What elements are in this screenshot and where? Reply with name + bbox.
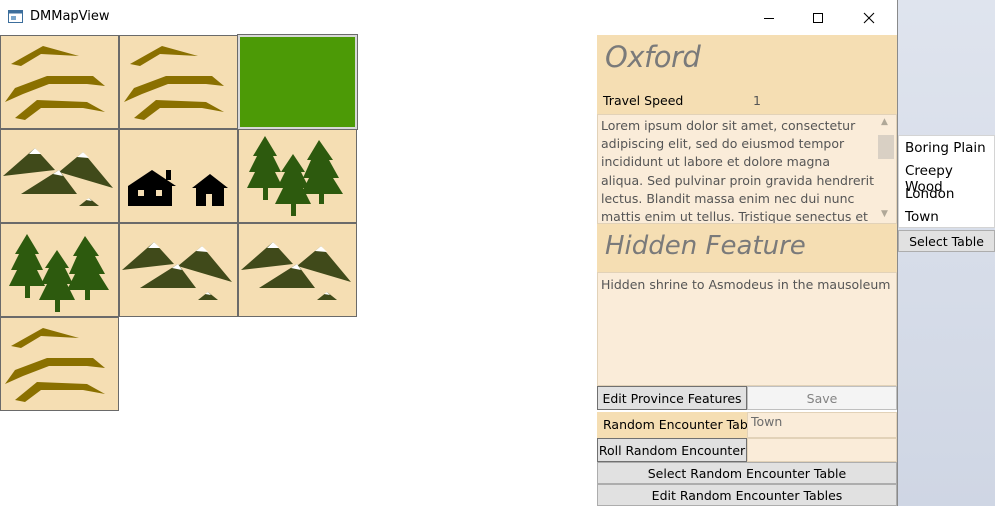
scroll-down-icon[interactable]: ▼: [881, 209, 888, 219]
minimize-button[interactable]: [746, 0, 792, 35]
province-header: Oxford: [597, 35, 897, 88]
hills-icon: [5, 46, 105, 120]
map-tile-hills[interactable]: [0, 35, 119, 129]
hidden-feature-box[interactable]: Hidden shrine to Asmodeus in the mausole…: [597, 272, 897, 386]
hidden-feature-header: Hidden Feature: [597, 224, 897, 272]
title-bar: DMMapView: [0, 0, 897, 35]
desktop-background: [897, 0, 995, 506]
hidden-feature-title: Hidden Feature: [605, 231, 806, 261]
save-button[interactable]: Save: [747, 386, 897, 410]
map-tile-hills[interactable]: [119, 35, 238, 129]
select-table-button[interactable]: Select Table: [898, 230, 995, 252]
travel-speed-value[interactable]: 1: [753, 93, 761, 108]
map-tile-forest[interactable]: [0, 223, 119, 317]
description-scrollbar[interactable]: ▲ ▼: [876, 115, 896, 223]
map-tile-forest[interactable]: [238, 129, 357, 223]
app-icon: [8, 10, 23, 23]
select-random-encounter-table-button[interactable]: Select Random Encounter Table: [597, 462, 897, 484]
map-tile-mountains[interactable]: [0, 129, 119, 223]
edit-province-features-button[interactable]: Edit Province Features: [597, 386, 747, 410]
mountains-icon: [3, 148, 113, 206]
forest-icon: [247, 136, 343, 216]
houses-icon: [128, 170, 228, 206]
encounter-table-list: Boring Plain Creepy Wood London Town: [898, 135, 995, 228]
map-tile-mountains[interactable]: [119, 223, 238, 317]
maximize-button[interactable]: [795, 0, 841, 35]
map-tile-selected[interactable]: [237, 34, 358, 130]
window-title: DMMapView: [30, 9, 110, 24]
province-description-text: Lorem ipsum dolor sit amet, consectetur …: [601, 118, 875, 224]
roll-random-encounter-button[interactable]: Roll Random Encounter: [597, 438, 747, 462]
province-description[interactable]: Lorem ipsum dolor sit amet, consectetur …: [597, 114, 897, 224]
random-encounter-table-value[interactable]: Town: [747, 412, 897, 438]
minimize-icon: [764, 17, 774, 19]
close-icon: [863, 12, 875, 23]
province-map: [0, 34, 360, 415]
table-list-item[interactable]: Town: [905, 209, 939, 225]
mountains-icon: [241, 242, 351, 300]
province-panel: Oxford Travel Speed 1 Lorem ipsum dolor …: [597, 35, 897, 506]
table-list-item[interactable]: London: [905, 186, 955, 202]
table-list-item[interactable]: Boring Plain: [905, 140, 986, 156]
forest-icon: [9, 234, 109, 312]
close-button[interactable]: [846, 0, 892, 35]
edit-random-encounter-tables-button[interactable]: Edit Random Encounter Tables: [597, 484, 897, 506]
travel-speed-label: Travel Speed: [603, 93, 684, 108]
map-tile-town[interactable]: [119, 129, 238, 223]
mountains-icon: [122, 242, 232, 300]
hills-icon: [5, 328, 105, 402]
random-encounter-result[interactable]: [747, 438, 897, 462]
scroll-thumb[interactable]: [878, 135, 894, 159]
hills-icon: [124, 46, 224, 120]
hidden-feature-text: Hidden shrine to Asmodeus in the mausole…: [601, 277, 891, 292]
province-name: Oxford: [605, 40, 701, 74]
main-window: DMMapView Oxford Travel Speed 1 Lorem ip…: [0, 0, 898, 506]
maximize-icon: [813, 12, 823, 23]
map-tile-hills[interactable]: [0, 317, 119, 411]
scroll-up-icon[interactable]: ▲: [881, 117, 888, 127]
map-tile-mountains[interactable]: [238, 223, 357, 317]
random-encounter-table-label: Random Encounter Tab: [597, 412, 747, 438]
travel-speed-row: Travel Speed 1: [597, 88, 897, 114]
